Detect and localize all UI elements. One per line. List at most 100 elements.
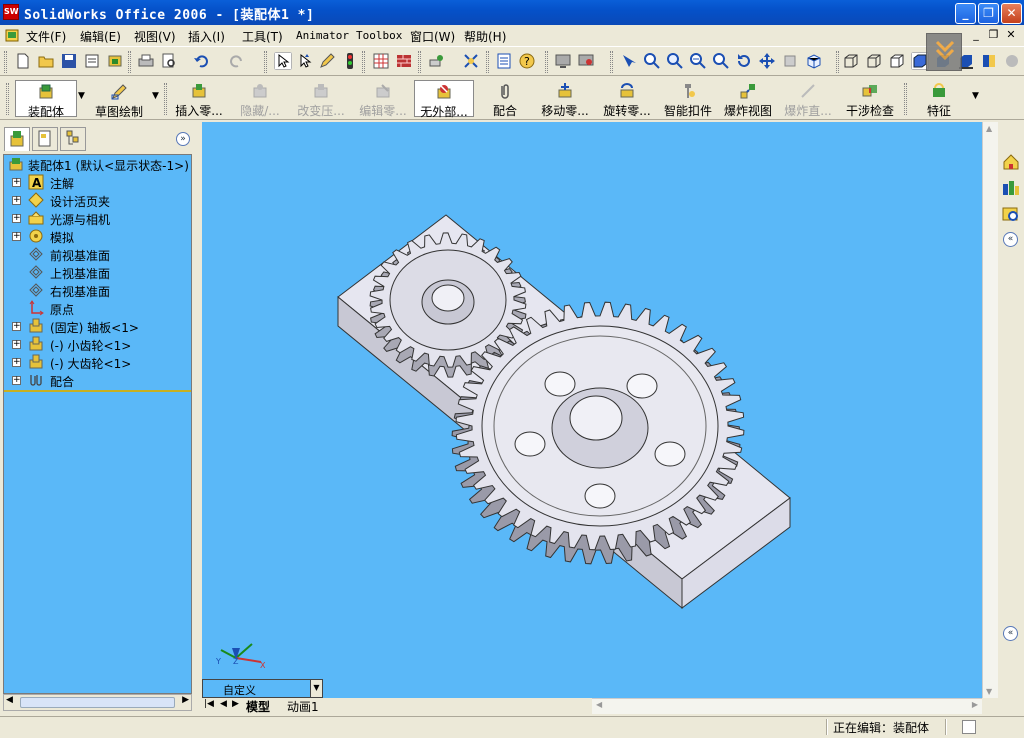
rebuild-traffic-light-icon[interactable]: [341, 52, 359, 70]
solidworks-logo-icon[interactable]: SW: [3, 4, 19, 20]
options-grid-icon[interactable]: [372, 52, 390, 70]
mate-button[interactable]: 配合: [486, 80, 524, 118]
move-component-button[interactable]: 移动零...: [536, 80, 594, 118]
monitor-stop-icon[interactable]: [577, 52, 595, 70]
zoom-in-out-icon[interactable]: [689, 52, 707, 70]
select-arrow-icon[interactable]: [274, 52, 292, 70]
tab-sketch[interactable]: 草图绘制: [88, 80, 150, 119]
large-gear[interactable]: [451, 301, 745, 565]
hidden-lines-removed-icon[interactable]: [888, 52, 906, 70]
expand-icon[interactable]: +: [12, 214, 21, 223]
expand-icon[interactable]: +: [12, 322, 21, 331]
change-suppression-button[interactable]: 改变压...: [292, 80, 350, 118]
tree-item-lights-camera[interactable]: + 光源与相机: [4, 209, 191, 227]
tab-model[interactable]: 模型: [246, 698, 270, 715]
tree-item-large-gear[interactable]: + (-) 大齿轮<1>: [4, 353, 191, 371]
toolbar-grip[interactable]: [128, 51, 131, 73]
previous-view-icon[interactable]: [620, 52, 638, 70]
properties-icon[interactable]: [495, 52, 513, 70]
menu-window[interactable]: 窗口(W): [410, 28, 455, 45]
menu-animator[interactable]: Animator: [296, 29, 349, 42]
menu-toolbox[interactable]: Toolbox: [356, 29, 402, 42]
toolbar-grip[interactable]: [264, 51, 267, 73]
tree-item-mates[interactable]: + 配合: [4, 371, 191, 389]
close-button[interactable]: ✕: [1001, 3, 1022, 24]
expand-icon[interactable]: +: [12, 358, 21, 367]
open-folder-icon[interactable]: [37, 52, 55, 70]
rotate-component-button[interactable]: 旋转零...: [598, 80, 656, 118]
toolbar-grip[interactable]: [904, 83, 907, 115]
smart-fasteners-button[interactable]: 智能扣件: [662, 80, 714, 118]
pan-icon[interactable]: [758, 52, 776, 70]
view-orientation-dropdown[interactable]: 自定义 ▼: [202, 679, 323, 698]
feature-tree-scrollbar[interactable]: ◀ ▶: [3, 694, 192, 711]
document-icon[interactable]: [4, 27, 20, 43]
user-overlay-icon[interactable]: [926, 33, 962, 71]
view-orientation-icon[interactable]: [805, 52, 823, 70]
tree-item-design-binder[interactable]: + 设计活页夹: [4, 191, 191, 209]
new-file-icon[interactable]: [14, 52, 32, 70]
scroll-left-icon[interactable]: ◀: [596, 700, 602, 709]
save-icon[interactable]: [60, 52, 78, 70]
toolbar-grip[interactable]: [545, 51, 548, 73]
menu-tools[interactable]: 工具(T): [242, 28, 283, 45]
select-other-icon[interactable]: [296, 52, 314, 70]
zoom-area-icon[interactable]: [666, 52, 684, 70]
tab-assembly-dropdown-icon[interactable]: ▼: [78, 91, 85, 101]
wireframe-icon[interactable]: [842, 52, 860, 70]
menu-edit[interactable]: 编辑(E): [80, 28, 121, 45]
sketch-pencil-icon[interactable]: [318, 52, 336, 70]
toolbar-grip[interactable]: [836, 51, 839, 73]
file-explorer-icon[interactable]: [1001, 204, 1021, 224]
menu-view[interactable]: 视图(V): [134, 28, 176, 45]
expand-icon[interactable]: +: [12, 232, 21, 241]
tab-feature-manager[interactable]: [4, 127, 30, 151]
explode-line-sketch-button[interactable]: 爆炸直...: [780, 80, 836, 118]
tab-property-manager[interactable]: [32, 127, 58, 151]
command-manager-more-icon[interactable]: ▼: [972, 91, 979, 101]
tab-animation1[interactable]: 动画1: [287, 698, 319, 715]
hide-show-button[interactable]: 隐藏/...: [232, 80, 288, 118]
rollback-bar[interactable]: [4, 390, 191, 392]
scroll-left-icon[interactable]: ◀: [6, 695, 13, 705]
tab-assembly[interactable]: 装配体: [15, 80, 77, 119]
tree-root-assembly[interactable]: 装配体1 (默认<显示状态-1>): [4, 155, 191, 173]
gear-assembly-model[interactable]: Y Z X: [202, 122, 982, 698]
no-external-references-button[interactable]: 无外部...: [414, 80, 474, 119]
expand-icon[interactable]: +: [12, 376, 21, 385]
tree-item-origin[interactable]: 原点: [4, 299, 191, 317]
section-view-icon[interactable]: [980, 52, 998, 70]
graphics-vertical-scrollbar[interactable]: ▲ ▼: [982, 122, 998, 698]
rotate-view-icon[interactable]: [735, 52, 753, 70]
print-preview-magnifier-icon[interactable]: [160, 52, 178, 70]
chevron-down-icon[interactable]: ▼: [310, 680, 322, 697]
3d-drawing-view-icon[interactable]: [781, 52, 799, 70]
toolbar-grip[interactable]: [164, 83, 167, 115]
tab-scroll-prev-icon[interactable]: ◀: [220, 699, 227, 709]
edit-component-button[interactable]: 编辑零...: [354, 80, 412, 118]
interference-detection-button[interactable]: 干涉检查: [844, 80, 896, 118]
scroll-right-icon[interactable]: ▶: [182, 695, 189, 705]
scroll-right-icon[interactable]: ▶: [972, 700, 978, 709]
toolbar-grip[interactable]: [486, 51, 489, 73]
toolbar-grip[interactable]: [418, 51, 421, 73]
toolbar-grip[interactable]: [4, 51, 7, 73]
undo-icon[interactable]: [192, 52, 210, 70]
zoom-selection-icon[interactable]: [712, 52, 730, 70]
tree-item-shaft-plate[interactable]: + (固定) 轴板<1>: [4, 317, 191, 335]
toolbar-grip[interactable]: [362, 51, 365, 73]
tab-sketch-dropdown-icon[interactable]: ▼: [152, 91, 159, 101]
toolbar-grip[interactable]: [6, 83, 9, 115]
print-icon[interactable]: [137, 52, 155, 70]
expand-icon[interactable]: +: [12, 196, 21, 205]
restore-button[interactable]: ❐: [978, 3, 999, 24]
collapse-task-pane-icon[interactable]: «: [1003, 626, 1018, 641]
features-button[interactable]: 特征: [922, 80, 956, 118]
tree-item-front-plane[interactable]: 前视基准面: [4, 245, 191, 263]
doc-restore-button[interactable]: ❐: [987, 28, 1001, 41]
collapse-panel-icon[interactable]: »: [176, 132, 190, 146]
tree-item-small-gear[interactable]: + (-) 小齿轮<1>: [4, 335, 191, 353]
help-icon[interactable]: ?: [518, 52, 536, 70]
status-indicator[interactable]: [962, 720, 976, 734]
tab-configuration-manager[interactable]: [60, 127, 86, 151]
